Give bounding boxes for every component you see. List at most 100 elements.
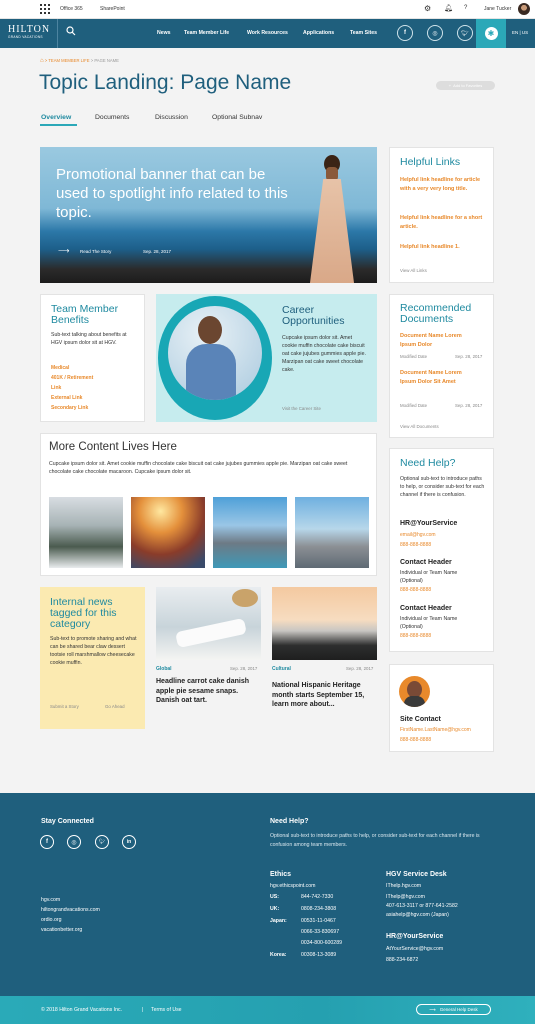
document-modified-label: Modified Date <box>400 354 428 359</box>
facebook-icon[interactable]: f <box>40 835 54 849</box>
document-link-2[interactable]: Document Name Lorem Ipsum Dolor Sit Amet <box>400 369 470 387</box>
hr-service-line[interactable]: 888-234-6872 <box>386 957 418 963</box>
career-photo[interactable] <box>158 296 272 420</box>
view-all-links[interactable]: View All Links <box>400 268 427 273</box>
news-headline-1[interactable]: Headline carrot cake danish apple pie se… <box>156 677 258 706</box>
footer-help-desc: Optional sub-text to introduce paths to … <box>270 833 480 848</box>
featured-tab[interactable]: ✱ <box>476 19 506 48</box>
home-icon[interactable]: ⌂ <box>40 58 44 64</box>
app-launcher-icon[interactable] <box>40 4 50 14</box>
hr-phone-link[interactable]: 888-888-8888 <box>400 542 431 548</box>
benefit-link-secondary[interactable]: Secondary Link <box>51 405 88 411</box>
twitter-icon[interactable]: 🐦︎ <box>95 835 109 849</box>
nav-team-member-life[interactable]: Team Member Life <box>184 30 229 36</box>
nav-applications[interactable]: Applications <box>303 30 334 36</box>
helpful-link-1[interactable]: Helpful link headline for article with a… <box>400 176 485 194</box>
site-contact-phone[interactable]: 888-888-8888 <box>400 737 431 743</box>
ethics-phone[interactable]: 0808-234-3808 <box>301 906 336 912</box>
site-link[interactable]: ordio.org <box>41 917 61 923</box>
ethics-phone[interactable]: 00531-11-0467 <box>301 918 336 924</box>
career-site-link[interactable]: Visit the Career Site <box>282 406 321 411</box>
language-selector[interactable]: EN | US <box>512 30 528 35</box>
site-link[interactable]: hgv.com <box>41 897 60 903</box>
site-contact-email[interactable]: FirstName.LastName@hgv.com <box>400 727 471 733</box>
tab-optional-subnav[interactable]: Optional Subnav <box>212 114 262 121</box>
service-desk-line[interactable]: asiahelp@hgv.com (Japan) <box>386 912 449 918</box>
gallery-image-1[interactable] <box>49 497 123 568</box>
news-tag[interactable]: Cultural <box>272 666 291 672</box>
read-story-link[interactable]: Read The Story <box>80 249 111 254</box>
copyright: © 2018 Hilton Grand Vacations Inc. <box>41 1007 123 1013</box>
service-desk-line[interactable]: IThelp.hgv.com <box>386 883 421 889</box>
avatar[interactable] <box>518 3 530 15</box>
news-image-1[interactable] <box>156 587 261 660</box>
ethics-site-link[interactable]: hgv.ethicspoint.com <box>270 883 315 889</box>
benefit-link-external[interactable]: External Link <box>51 395 82 401</box>
facebook-icon[interactable]: f <box>397 25 413 41</box>
document-link-1[interactable]: Document Name Lorem Ipsum Dolor <box>400 332 470 350</box>
contact-phone-link[interactable]: 888-888-8888 <box>400 633 431 639</box>
go-ahead-link[interactable]: Go Ahead <box>105 704 125 709</box>
benefit-link[interactable]: Link <box>51 385 61 391</box>
submit-story-link[interactable]: Submit a Story <box>50 704 79 709</box>
gear-icon[interactable]: ⚙ <box>424 4 431 13</box>
breadcrumb-parent[interactable]: TEAM MEMBER LIFE <box>48 58 89 63</box>
helpful-link-2[interactable]: Helpful link headline for a short articl… <box>400 214 485 232</box>
service-desk-line[interactable]: IThelp@hgv.com <box>386 894 425 900</box>
helpful-link-3[interactable]: Helpful link headline 1. <box>400 243 485 252</box>
arrow-right-icon: ⟶ <box>429 1006 436 1012</box>
news-tag[interactable]: Global <box>156 666 172 672</box>
internal-news-card: Internal news tagged for this category S… <box>40 587 145 729</box>
office365-link[interactable]: Office 365 <box>60 6 83 12</box>
nav-work-resources[interactable]: Work Resources <box>247 30 288 36</box>
instagram-icon[interactable]: ◎ <box>427 25 443 41</box>
ethics-phone[interactable]: 0034-800-600289 <box>301 940 342 946</box>
service-desk-title: HGV Service Desk <box>386 871 447 878</box>
nav-team-sites[interactable]: Team Sites <box>350 30 377 36</box>
sharepoint-link[interactable]: SharePoint <box>100 6 125 12</box>
benefit-link-medical[interactable]: Medical <box>51 365 69 371</box>
internal-news-desc: Sub-text to promote sharing and what can… <box>50 636 137 666</box>
service-desk-line[interactable]: 407-613-3117 or 877-641-2582 <box>386 903 458 909</box>
gallery-image-4[interactable] <box>295 497 369 568</box>
tab-overview[interactable]: Overview <box>41 114 71 121</box>
tab-discussion[interactable]: Discussion <box>155 114 188 121</box>
contact-desc: Individual or Team Name (Optional) <box>400 570 458 584</box>
contact-header: Contact Header <box>400 605 452 612</box>
linkedin-icon[interactable]: in <box>122 835 136 849</box>
active-tab-indicator <box>40 124 77 126</box>
news-image-2[interactable] <box>272 587 377 660</box>
instagram-icon[interactable]: ◎ <box>67 835 81 849</box>
site-link[interactable]: hiltongrandvacations.com <box>41 907 100 913</box>
view-all-documents[interactable]: View All Documents <box>400 424 439 429</box>
site-link[interactable]: vacationbetter.org <box>41 927 82 933</box>
ethics-phone[interactable]: 844-742-7330 <box>301 894 333 900</box>
user-name[interactable]: Jane Tucker <box>484 6 511 12</box>
benefit-link-401k[interactable]: 401K / Retirement <box>51 375 93 381</box>
bell-icon[interactable]: 🔔︎ <box>444 4 453 12</box>
career-title: Career Opportunities <box>282 304 345 327</box>
search-icon[interactable] <box>66 26 76 38</box>
twitter-icon[interactable]: 🐦︎ <box>457 25 473 41</box>
gallery-image-3[interactable] <box>213 497 287 568</box>
news-date: Sep. 28, 2017 <box>346 666 374 671</box>
hilton-logo[interactable]: HILTON GRAND VACATIONS <box>8 24 50 39</box>
contact-phone-link[interactable]: 888-888-8888 <box>400 587 431 593</box>
ethics-phone[interactable]: 00308-13-3089 <box>301 952 336 958</box>
news-headline-2[interactable]: National Hispanic Heritage month starts … <box>272 681 376 710</box>
promo-banner[interactable]: Promotional banner that can be used to s… <box>40 147 377 283</box>
gallery-image-2[interactable] <box>131 497 205 568</box>
add-to-favorites-button[interactable]: + Add to Favorites <box>436 81 495 90</box>
hr-email-link[interactable]: email@hgv.com <box>400 532 436 538</box>
terms-link[interactable]: Terms of Use <box>151 1007 182 1013</box>
nav-news[interactable]: News <box>157 30 171 36</box>
hr-service-line[interactable]: AtYourService@hgv.com <box>386 946 443 952</box>
benefits-desc: Sub-text talking about benefits at HGV i… <box>51 332 127 346</box>
more-content-desc: Cupcake ipsum dolor sit. Amet cookie muf… <box>49 461 348 475</box>
tab-documents[interactable]: Documents <box>95 114 129 121</box>
document-date: Sep. 28, 2017 <box>455 403 483 408</box>
general-help-desk-button[interactable]: ⟶ General Help Desk <box>416 1004 491 1015</box>
help-icon[interactable]: ? <box>464 5 467 11</box>
footer: Stay Connected f ◎ 🐦︎ in hgv.com hiltong… <box>0 793 535 996</box>
ethics-phone[interactable]: 0066-33-830697 <box>301 929 339 935</box>
